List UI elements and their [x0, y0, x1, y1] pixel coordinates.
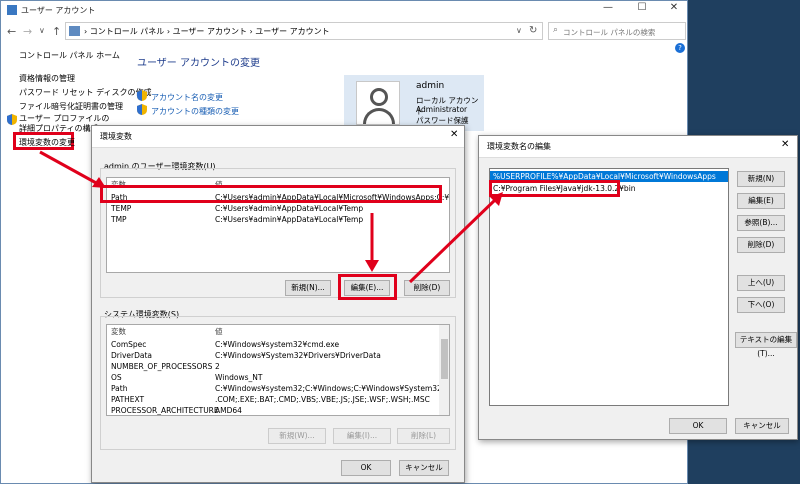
uac-shield-icon: [137, 90, 147, 101]
table-cell-name[interactable]: NUMBER_OF_PROCESSORS: [111, 361, 212, 372]
window-title: ユーザー アカウント: [21, 6, 96, 15]
breadcrumb: › コントロール パネル › ユーザー アカウント › ユーザー アカウント: [84, 27, 330, 36]
user-card: admin ローカル アカウント Administrator パスワード保護: [344, 75, 484, 131]
new-entry-button[interactable]: 新規(N): [737, 171, 785, 187]
table-cell-name[interactable]: TEMP: [111, 203, 131, 214]
cancel-button[interactable]: キャンセル: [735, 418, 789, 434]
table-cell-name[interactable]: ComSpec: [111, 339, 146, 350]
table-cell-value[interactable]: .COM;.EXE;.BAT;.CMD;.VBS;.VBE;.JS;.JSE;.…: [215, 394, 430, 405]
system-vars-list[interactable]: 変数 値 ComSpec C:¥Windows¥system32¥cmd.exe…: [106, 324, 450, 416]
environment-variables-dialog: 環境変数 ✕ admin のユーザー環境変数(U) 変数 値 Path C:¥U…: [91, 125, 465, 483]
chevron-down-icon[interactable]: ∨: [516, 26, 522, 35]
table-cell-name[interactable]: OS: [111, 372, 122, 383]
move-up-button[interactable]: 上へ(U): [737, 275, 785, 291]
page-title: ユーザー アカウントの変更: [137, 58, 260, 69]
breadcrumb-item[interactable]: ユーザー アカウント: [255, 27, 329, 36]
window-app-icon: [7, 5, 17, 15]
up-arrow-icon[interactable]: ↑: [52, 25, 61, 38]
table-cell-value[interactable]: C:¥Windows¥System32¥Drivers¥DriverData: [215, 350, 381, 361]
help-icon[interactable]: ?: [675, 43, 685, 53]
column-header[interactable]: 変数: [111, 326, 126, 337]
path-entries-list[interactable]: %USERPROFILE%¥AppData¥Local¥Microsoft¥Wi…: [489, 168, 729, 406]
chevron-down-icon[interactable]: ∨: [39, 26, 45, 35]
highlight-box: [100, 185, 442, 203]
uac-shield-icon: [7, 114, 17, 125]
close-icon[interactable]: ✕: [781, 139, 789, 150]
cancel-button[interactable]: キャンセル: [399, 460, 449, 476]
table-cell-value[interactable]: C:¥Users¥admin¥AppData¥Local¥Temp: [215, 214, 363, 225]
rename-account-link[interactable]: アカウント名の変更: [151, 92, 223, 103]
sidebar-item-credentials[interactable]: 資格情報の管理: [19, 73, 75, 84]
table-cell-value[interactable]: Windows_NT: [215, 372, 262, 383]
edit-env-var-dialog: 環境変数名の編集 ✕ %USERPROFILE%¥AppData¥Local¥M…: [478, 135, 798, 440]
sidebar-item-reset-disk[interactable]: パスワード リセット ディスクの作成: [19, 87, 152, 98]
address-bar[interactable]: › コントロール パネル › ユーザー アカウント › ユーザー アカウント ∨…: [65, 22, 543, 40]
change-account-type-link[interactable]: アカウントの種類の変更: [151, 106, 239, 117]
scrollbar[interactable]: [439, 325, 449, 415]
minimize-button[interactable]: —: [593, 2, 623, 13]
dialog-title: 環境変数: [92, 126, 464, 148]
new-user-var-button[interactable]: 新規(N)...: [285, 280, 331, 296]
move-down-button[interactable]: 下へ(O): [737, 297, 785, 313]
avatar: [356, 81, 400, 125]
table-cell-value[interactable]: C:¥Users¥admin¥AppData¥Local¥Temp: [215, 203, 363, 214]
breadcrumb-item[interactable]: コントロール パネル: [90, 27, 165, 36]
refresh-icon[interactable]: ↻: [529, 25, 537, 36]
ok-button[interactable]: OK: [669, 418, 727, 434]
ok-button[interactable]: OK: [341, 460, 391, 476]
table-cell-value[interactable]: C:¥Windows¥system32¥cmd.exe: [215, 339, 339, 350]
user-name: admin: [416, 81, 445, 91]
search-icon: ⌕: [553, 25, 559, 35]
search-input[interactable]: コントロール パネルの検索: [563, 27, 655, 38]
table-cell-name[interactable]: Path: [111, 383, 127, 394]
table-cell-name[interactable]: DriverData: [111, 350, 152, 361]
back-arrow-icon[interactable]: ←: [7, 25, 16, 38]
delete-system-var-button[interactable]: 削除(L): [397, 428, 450, 444]
delete-entry-button[interactable]: 削除(D): [737, 237, 785, 253]
text-edit-button[interactable]: テキストの編集(T)...: [735, 332, 797, 358]
close-window-button[interactable]: ✕: [659, 2, 689, 13]
highlight-box: [338, 274, 397, 300]
table-cell-value[interactable]: 2: [215, 361, 220, 372]
highlight-box: [489, 180, 620, 197]
edit-entry-button[interactable]: 編集(E): [737, 193, 785, 209]
column-header[interactable]: 値: [215, 326, 223, 337]
maximize-button[interactable]: ☐: [627, 2, 657, 13]
browse-button[interactable]: 参照(B)...: [737, 215, 785, 231]
forward-arrow-icon[interactable]: →: [23, 25, 32, 38]
new-system-var-button[interactable]: 新規(W)...: [268, 428, 326, 444]
table-cell-value[interactable]: C:¥Windows¥system32;C:¥Windows;C:¥Window…: [215, 383, 449, 394]
scrollbar-thumb[interactable]: [441, 339, 448, 379]
table-cell-name[interactable]: PROCESSOR_ARCHITECTURE: [111, 405, 219, 415]
table-cell-name[interactable]: TMP: [111, 214, 127, 225]
uac-shield-icon: [137, 104, 147, 115]
sidebar-item-encryption[interactable]: ファイル暗号化証明書の管理: [19, 101, 123, 112]
table-cell-value[interactable]: AMD64: [215, 405, 242, 415]
close-icon[interactable]: ✕: [450, 129, 458, 140]
control-panel-icon: [69, 26, 80, 36]
sidebar-item-home[interactable]: コントロール パネル ホーム: [19, 50, 120, 61]
breadcrumb-item[interactable]: ユーザー アカウント: [173, 27, 247, 36]
edit-system-var-button[interactable]: 編集(I)...: [333, 428, 391, 444]
dialog-title: 環境変数名の編集: [479, 136, 797, 158]
delete-user-var-button[interactable]: 削除(D): [404, 280, 450, 296]
search-box[interactable]: コントロール パネルの検索 ⌕: [548, 22, 686, 40]
account-role: Administrator: [416, 105, 468, 114]
sidebar-item-env-vars[interactable]: 環境変数の変更: [19, 137, 75, 148]
table-cell-name[interactable]: PATHEXT: [111, 394, 144, 405]
